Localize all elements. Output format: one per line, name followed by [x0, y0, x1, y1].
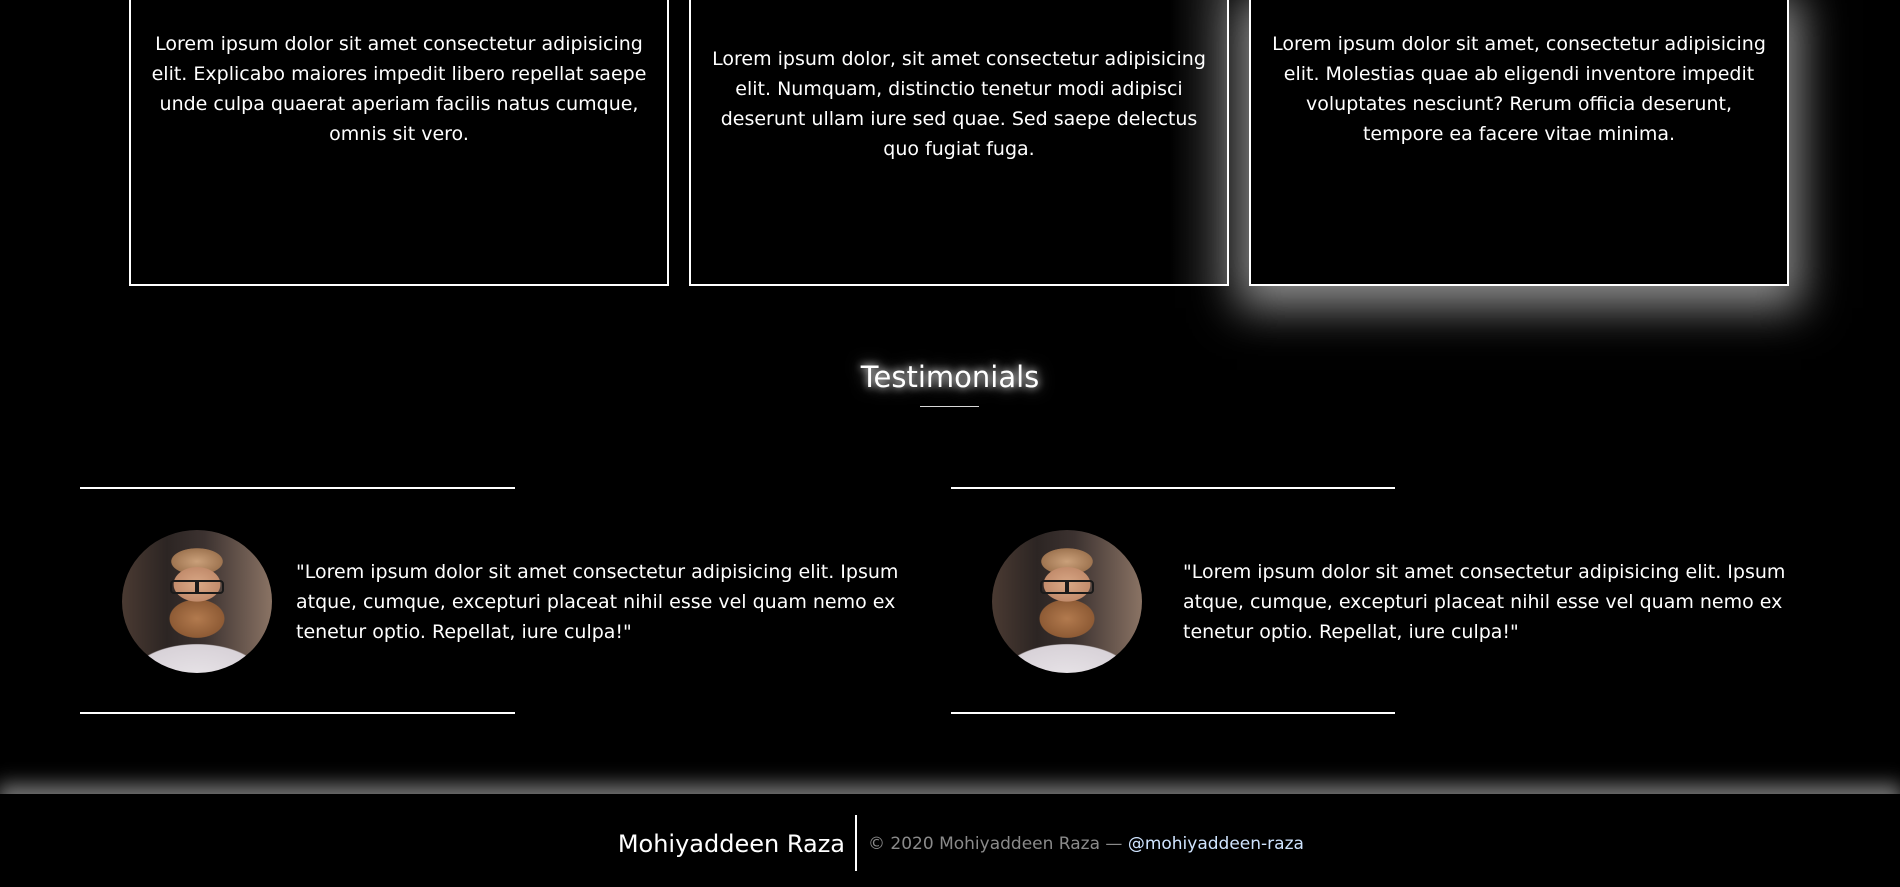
testimonial-quote: "Lorem ipsum dolor sit amet consectetur …: [1183, 561, 1786, 643]
card-text: Lorem ipsum dolor sit amet consectetur a…: [151, 33, 647, 145]
footer-divider: [855, 815, 857, 871]
testimonial-quote: "Lorem ipsum dolor sit amet consectetur …: [296, 561, 899, 643]
footer-copyright: © 2020 Mohiyaddeen Raza — @mohiyaddeen-r…: [868, 832, 1304, 856]
testimonial-top-rule: [80, 487, 515, 489]
card-text: Lorem ipsum dolor sit amet, consectetur …: [1272, 33, 1766, 145]
testimonial-bottom-rule: [80, 712, 515, 714]
card-text: Lorem ipsum dolor, sit amet consectetur …: [712, 48, 1206, 160]
testimonial-top-rule: [951, 487, 1395, 489]
service-card: Lorem ipsum dolor sit amet, consectetur …: [1249, 0, 1789, 286]
social-handle-link[interactable]: @mohiyaddeen-raza: [1128, 834, 1304, 854]
testimonial-bottom-rule: [951, 712, 1395, 714]
avatar: [122, 530, 272, 673]
service-card: Lorem ipsum dolor, sit amet consectetur …: [689, 0, 1229, 286]
service-card: Lorem ipsum dolor sit amet consectetur a…: [129, 0, 669, 286]
copyright-text: © 2020 Mohiyaddeen Raza —: [868, 834, 1123, 854]
avatar: [992, 530, 1142, 673]
footer-brand-name: Mohiyaddeen Raza: [617, 830, 845, 858]
testimonials-title: Testimonials: [860, 360, 1040, 394]
glasses-graphic: [1040, 580, 1094, 594]
title-underline: [920, 406, 979, 407]
glasses-graphic: [170, 580, 224, 594]
